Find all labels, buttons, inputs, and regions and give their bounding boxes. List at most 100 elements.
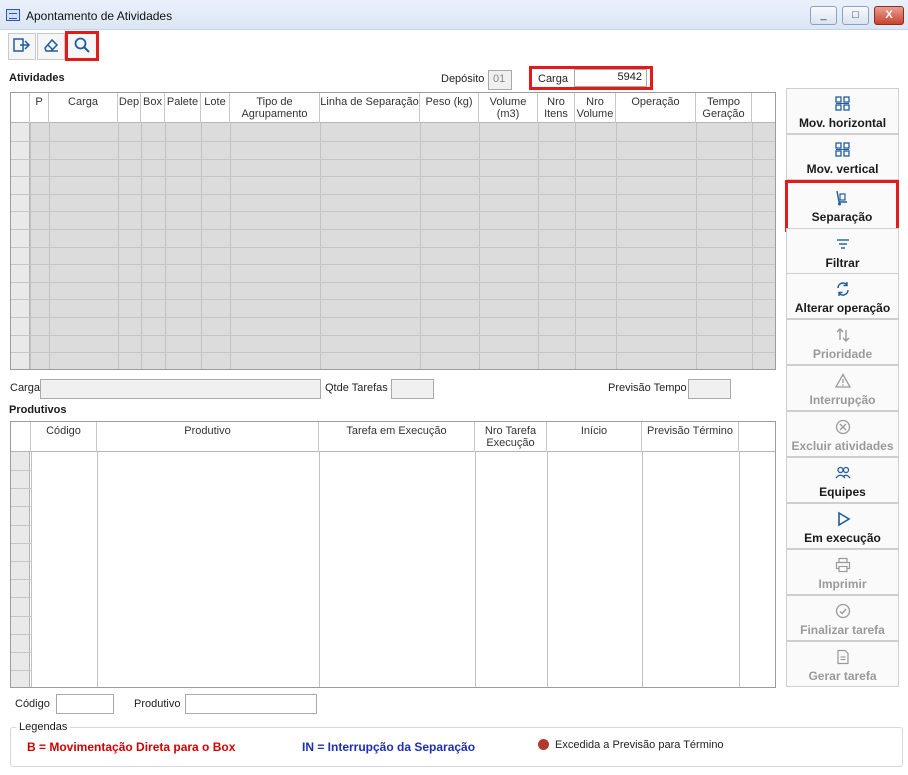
atividades-grid-header: P Carga Dep Box Palete Lote Tipo de Agru… — [11, 93, 775, 123]
produtivos-grid-header: Código Produtivo Tarefa em Execução Nro … — [11, 422, 775, 452]
row-selector-line — [11, 652, 31, 653]
row-selector-line — [11, 597, 31, 598]
col-header-palete[interactable]: Palete — [165, 93, 201, 123]
col-header-dep[interactable]: Dep — [118, 93, 141, 123]
grid-row-line — [11, 176, 775, 177]
prod-col-header-extra[interactable] — [739, 422, 775, 452]
maximize-button[interactable]: □ — [842, 6, 869, 25]
imprimir-button[interactable]: Imprimir — [786, 549, 899, 595]
excluir-atividades-button[interactable]: Excluir atividades — [786, 411, 899, 457]
col-header-tempo-geracao[interactable]: Tempo Geração — [696, 93, 752, 123]
row-selector-line — [11, 634, 31, 635]
legend-title: Legendas — [16, 721, 71, 733]
col-header-tipo-agrupamento[interactable]: Tipo de Agrupamento — [230, 93, 320, 123]
codigo-label: Código — [15, 698, 50, 710]
imprimir-label: Imprimir — [818, 577, 867, 591]
grid-icon — [834, 95, 852, 113]
grid-column-line — [97, 452, 98, 687]
title-bar: Apontamento de Atividades _ □ X — [0, 0, 908, 30]
mov-horizontal-button[interactable]: Mov. horizontal — [786, 88, 899, 134]
eraser-button[interactable] — [37, 33, 65, 60]
deposito-label: Depósito — [441, 73, 485, 85]
atividades-label: Atividades — [9, 72, 65, 84]
row-selector-line — [11, 616, 31, 617]
prod-col-header-produtivo[interactable]: Produtivo — [97, 422, 319, 452]
col-header-linha-separacao[interactable]: Linha de Separação — [320, 93, 420, 123]
col-header-box[interactable]: Box — [141, 93, 165, 123]
col-header-nro-volume[interactable]: Nro Volume — [575, 93, 616, 123]
col-header-operacao[interactable]: Operação — [616, 93, 696, 123]
col-header-carga[interactable]: Carga — [49, 93, 118, 123]
row-selector-line — [11, 579, 31, 580]
col-header-peso[interactable]: Peso (kg) — [420, 93, 479, 123]
team-icon — [834, 464, 852, 482]
filtrar-button[interactable]: Filtrar — [786, 228, 899, 274]
qtde-tarefas-label: Qtde Tarefas — [325, 382, 388, 394]
produtivo-field[interactable] — [185, 694, 317, 714]
deposito-field[interactable]: 01 — [488, 70, 512, 90]
row-selector-line — [11, 561, 31, 562]
col-header-p[interactable]: P — [30, 93, 49, 123]
prod-col-header-codigo[interactable]: Código — [31, 422, 97, 452]
previsao-tempo-field[interactable] — [688, 379, 731, 399]
grid-row-line — [11, 247, 775, 248]
close-button[interactable]: X — [874, 6, 904, 25]
legend-item-box: B = Movimentação Direta para o Box — [27, 740, 236, 754]
exit-button[interactable] — [8, 33, 36, 60]
grid-row-line — [11, 159, 775, 160]
row-selector-line — [11, 543, 31, 544]
produtivos-grid[interactable]: Código Produtivo Tarefa em Execução Nro … — [10, 421, 776, 688]
prod-col-header-tarefa-execucao[interactable]: Tarefa em Execução — [319, 422, 475, 452]
carga-filter-field[interactable] — [40, 379, 321, 399]
interrupcao-label: Interrupção — [809, 393, 876, 407]
prod-col-header-select[interactable] — [11, 422, 31, 452]
col-header-select[interactable] — [11, 93, 30, 123]
grid-row-line — [11, 211, 775, 212]
separacao-label: Separação — [811, 210, 873, 224]
mov-vertical-button[interactable]: Mov. vertical — [786, 134, 899, 180]
codigo-field[interactable] — [56, 694, 114, 714]
grid-row-line — [11, 282, 775, 283]
row-selector-line — [11, 525, 31, 526]
legend-item-interrupcao: IN = Interrupção da Separação — [302, 740, 476, 754]
grid-row-line — [11, 299, 775, 300]
prod-col-header-inicio[interactable]: Início — [547, 422, 642, 452]
separacao-button[interactable]: Separação — [785, 180, 899, 232]
finalizar-tarefa-button[interactable]: Finalizar tarefa — [786, 595, 899, 641]
gerar-tarefa-button[interactable]: Gerar tarefa — [786, 641, 899, 687]
prioridade-button[interactable]: Prioridade — [786, 319, 899, 365]
equipes-button[interactable]: Equipes — [786, 457, 899, 503]
qtde-tarefas-field[interactable] — [391, 379, 434, 399]
search-button[interactable] — [65, 31, 99, 61]
previsao-tempo-label: Previsão Tempo — [608, 382, 687, 394]
filtrar-label: Filtrar — [825, 256, 860, 270]
carga-filter-label: Carga — [10, 382, 40, 394]
prod-col-header-nro-tarefa[interactable]: Nro Tarefa Execução — [475, 422, 547, 452]
col-header-volume[interactable]: Volume (m3) — [479, 93, 538, 123]
alterar-operacao-label: Alterar operação — [794, 301, 891, 315]
em-execucao-label: Em execução — [804, 531, 881, 545]
grid-row-line — [11, 229, 775, 230]
row-selector-line — [11, 506, 31, 507]
row-selector-line — [11, 470, 31, 471]
prioridade-label: Prioridade — [812, 347, 873, 361]
atividades-grid[interactable]: P Carga Dep Box Palete Lote Tipo de Agru… — [10, 92, 776, 370]
col-header-nro-itens[interactable]: Nro Itens — [538, 93, 575, 123]
grid-row-line — [11, 264, 775, 265]
alterar-operacao-button[interactable]: Alterar operação — [786, 273, 899, 319]
gerar-tarefa-label: Gerar tarefa — [808, 669, 877, 683]
prod-col-header-previsao-termino[interactable]: Previsão Término — [642, 422, 739, 452]
grid-row-line — [11, 317, 775, 318]
window-title: Apontamento de Atividades — [26, 9, 173, 23]
minimize-button[interactable]: _ — [810, 6, 837, 25]
em-execucao-button[interactable]: Em execução — [786, 503, 899, 549]
refresh-icon — [834, 280, 852, 298]
carga-field[interactable]: 5942 — [574, 69, 647, 87]
grid-column-line — [31, 452, 32, 687]
delete-circle-icon — [834, 418, 852, 436]
sort-arrows-icon — [834, 326, 852, 344]
interrupcao-button[interactable]: Interrupção — [786, 365, 899, 411]
grid-row-line — [11, 335, 775, 336]
col-header-lote[interactable]: Lote — [201, 93, 230, 123]
filter-icon — [834, 235, 852, 253]
